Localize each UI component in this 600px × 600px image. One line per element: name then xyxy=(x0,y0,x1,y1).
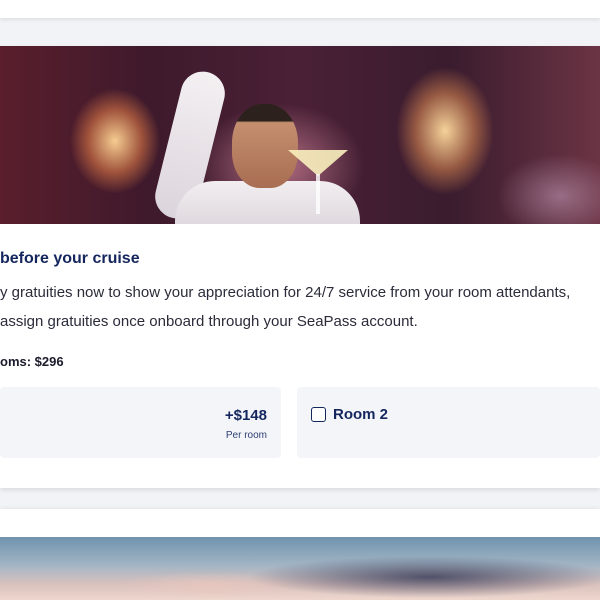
bartender-hero-image xyxy=(0,46,600,224)
room-2-checkbox[interactable] xyxy=(311,407,326,422)
section-title: before your cruise xyxy=(0,250,140,267)
description-line: assign gratuities once onboard through y… xyxy=(0,313,418,330)
next-card xyxy=(0,509,600,600)
description-line: y gratuities now to show your appreciati… xyxy=(0,284,571,301)
room-2-option[interactable]: Room 2 xyxy=(297,387,600,458)
gratuities-total: oms: $296 xyxy=(0,354,64,369)
sunset-sky-image xyxy=(0,537,600,600)
room-1-price: +$148 xyxy=(224,407,267,424)
room-1-option[interactable]: +$148 Per room xyxy=(0,387,281,458)
gratuities-description: y gratuities now to show your appreciati… xyxy=(0,278,600,336)
hero-glass-stem xyxy=(316,174,320,214)
hero-martini-glass xyxy=(288,150,348,176)
room-1-price-note: Per room xyxy=(225,430,267,441)
room-2-label: Room 2 xyxy=(333,406,389,423)
gratuities-card: before your cruise y gratuities now to s… xyxy=(0,46,600,488)
previous-card xyxy=(0,0,600,18)
